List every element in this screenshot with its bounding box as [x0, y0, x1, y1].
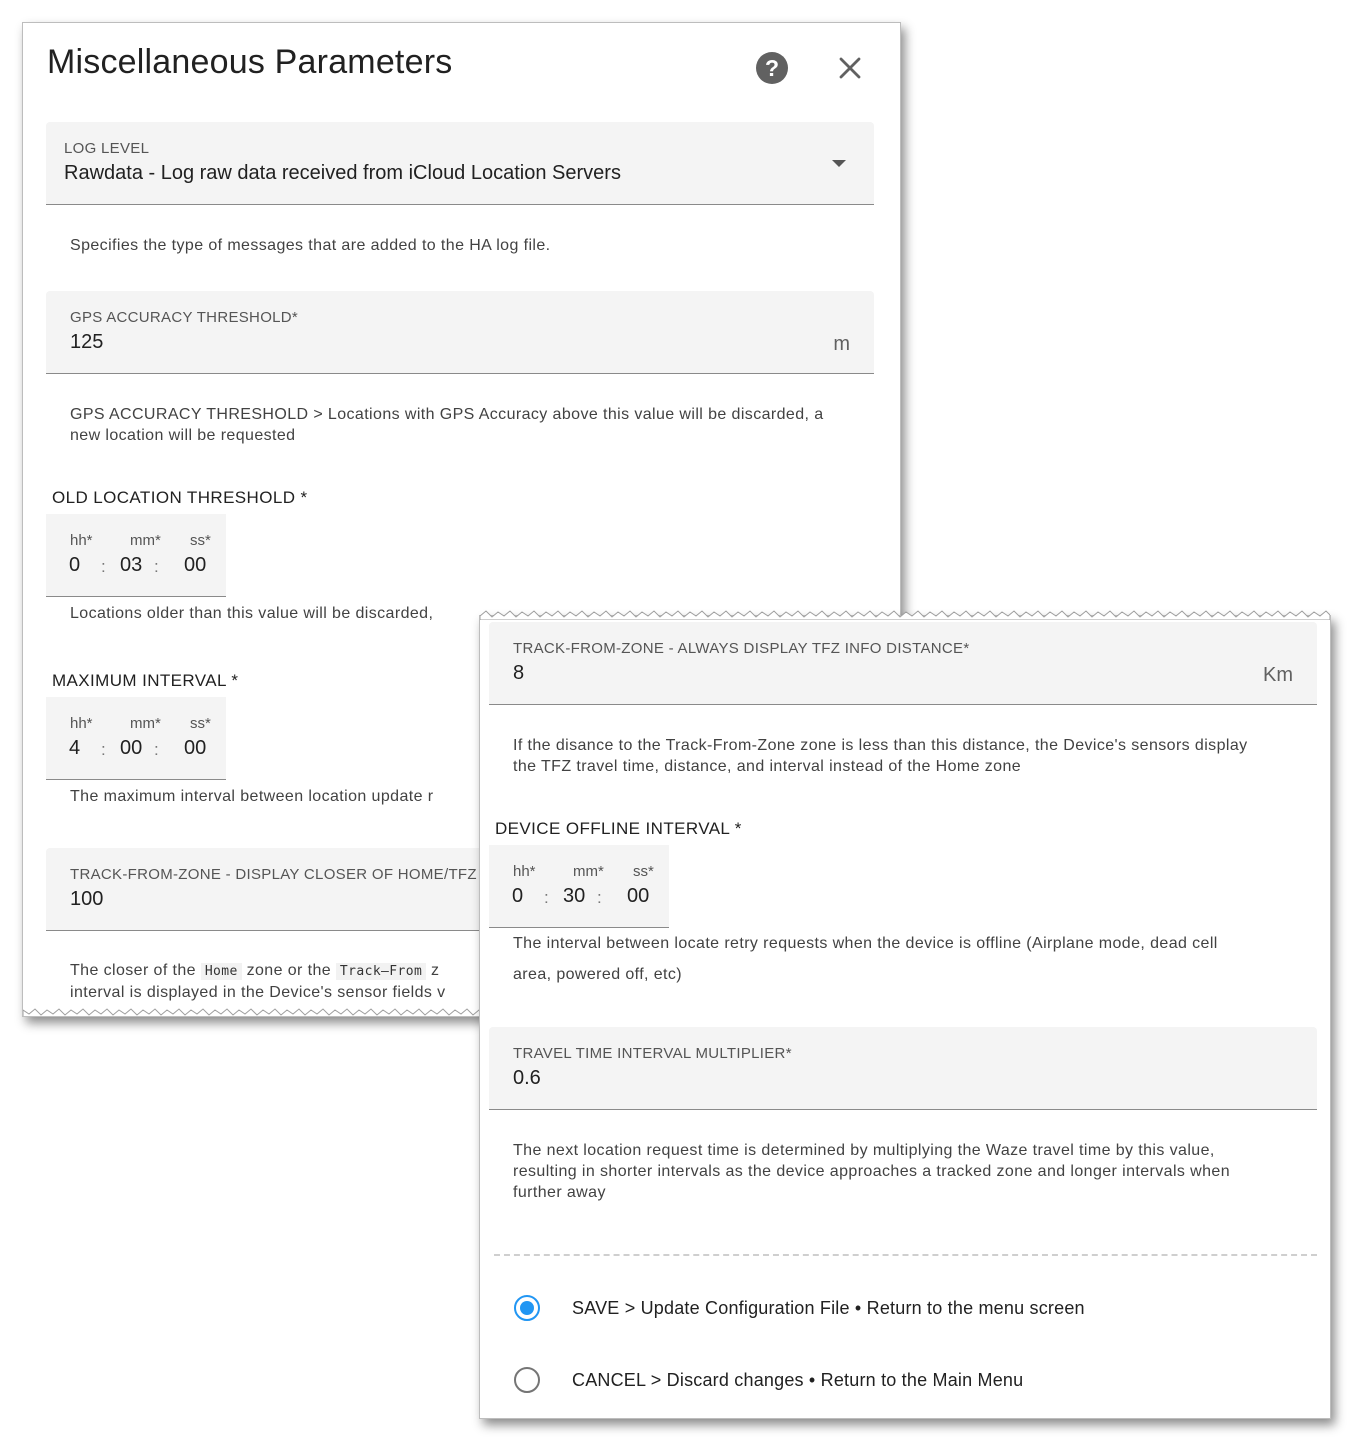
- dialog-panel-bottom: TRACK-FROM-ZONE - ALWAYS DISPLAY TFZ INF…: [479, 610, 1331, 1419]
- mm-value[interactable]: 03: [120, 554, 142, 577]
- tfz-distance-value[interactable]: 8: [513, 662, 524, 685]
- time-separator: :: [597, 888, 602, 907]
- tfz-distance-unit: Km: [1263, 664, 1293, 686]
- dialog-title: Miscellaneous Parameters: [47, 43, 453, 81]
- ss-label: ss*: [190, 532, 211, 549]
- log-level-helper: Specifies the type of messages that are …: [70, 237, 551, 254]
- helper-text: zone or the: [241, 962, 336, 979]
- tfz-display-value[interactable]: 100: [70, 888, 103, 911]
- old-location-helper: Locations older than this value will be …: [70, 605, 434, 622]
- tfz-distance-field[interactable]: TRACK-FROM-ZONE - ALWAYS DISPLAY TFZ INF…: [489, 622, 1317, 705]
- mm-label: mm*: [130, 715, 161, 732]
- hh-value[interactable]: 0: [512, 885, 523, 908]
- cancel-option[interactable]: CANCEL > Discard changes • Return to the…: [514, 1363, 1274, 1403]
- travel-multiplier-helper-3: further away: [513, 1184, 606, 1201]
- close-icon[interactable]: [835, 53, 865, 83]
- tfz-display-helper-1: The closer of the Home zone or the Track…: [70, 960, 439, 982]
- radio-dot: [520, 1301, 534, 1315]
- ss-label: ss*: [190, 715, 211, 732]
- mm-value[interactable]: 00: [120, 737, 142, 760]
- radio-selected-icon[interactable]: [514, 1295, 540, 1321]
- old-location-label: OLD LOCATION THRESHOLD *: [52, 488, 308, 507]
- tfz-distance-helper-1: If the disance to the Track-From-Zone zo…: [513, 737, 1248, 754]
- ss-value[interactable]: 00: [627, 885, 649, 908]
- home-code: Home: [200, 963, 242, 980]
- log-level-value: Rawdata - Log raw data received from iCl…: [64, 162, 621, 184]
- gps-accuracy-value[interactable]: 125: [70, 331, 103, 354]
- cancel-option-label: CANCEL > Discard changes • Return to the…: [572, 1370, 1024, 1390]
- hh-label: hh*: [70, 715, 93, 732]
- help-circle-icon[interactable]: ?: [755, 51, 789, 85]
- gps-accuracy-helper-1: GPS ACCURACY THRESHOLD > Locations with …: [70, 406, 824, 423]
- radio-unselected-icon[interactable]: [514, 1367, 540, 1393]
- old-location-time-input[interactable]: hh* mm* ss* 0 : 03 : 00: [46, 514, 226, 597]
- time-separator: :: [101, 557, 106, 576]
- ss-value[interactable]: 00: [184, 554, 206, 577]
- hh-value[interactable]: 4: [69, 737, 80, 760]
- svg-text:?: ?: [765, 55, 779, 81]
- offline-interval-helper-1: The interval between locate retry reques…: [513, 935, 1218, 952]
- gps-accuracy-helper-2: new location will be requested: [70, 427, 296, 444]
- chevron-down-icon[interactable]: [832, 160, 846, 167]
- save-option[interactable]: SAVE > Update Configuration File • Retur…: [514, 1291, 1274, 1331]
- divider: [494, 1254, 1317, 1256]
- time-separator: :: [544, 888, 549, 907]
- travel-multiplier-field[interactable]: TRAVEL TIME INTERVAL MULTIPLIER* 0.6: [489, 1027, 1317, 1110]
- max-interval-label: MAXIMUM INTERVAL *: [52, 671, 239, 690]
- log-level-select[interactable]: LOG LEVEL Rawdata - Log raw data receive…: [46, 122, 874, 205]
- time-separator: :: [154, 740, 159, 759]
- torn-edge: [480, 610, 1330, 620]
- helper-text: The closer of the: [70, 962, 201, 979]
- mm-value[interactable]: 30: [563, 885, 585, 908]
- offline-interval-helper-2: area, powered off, etc): [513, 966, 682, 983]
- mm-label: mm*: [573, 863, 604, 880]
- mm-label: mm*: [130, 532, 161, 549]
- max-interval-helper: The maximum interval between location up…: [70, 788, 434, 805]
- tfz-distance-label: TRACK-FROM-ZONE - ALWAYS DISPLAY TFZ INF…: [513, 640, 970, 657]
- gps-accuracy-label: GPS ACCURACY THRESHOLD*: [70, 309, 299, 326]
- helper-text: z: [426, 962, 440, 979]
- travel-multiplier-helper-1: The next location request time is determ…: [513, 1142, 1215, 1159]
- time-separator: :: [154, 557, 159, 576]
- gps-accuracy-field[interactable]: GPS ACCURACY THRESHOLD* 125 m: [46, 291, 874, 374]
- ss-value[interactable]: 00: [184, 737, 206, 760]
- hh-label: hh*: [513, 863, 536, 880]
- ss-label: ss*: [633, 863, 654, 880]
- time-separator: :: [101, 740, 106, 759]
- hh-value[interactable]: 0: [69, 554, 80, 577]
- save-option-label: SAVE > Update Configuration File • Retur…: [572, 1298, 1085, 1318]
- track-from-code: Track–From: [335, 963, 427, 980]
- hh-label: hh*: [70, 532, 93, 549]
- travel-multiplier-helper-2: resulting in shorter intervals as the de…: [513, 1163, 1231, 1180]
- log-level-label: LOG LEVEL: [64, 140, 150, 157]
- tfz-display-helper-2: interval is displayed in the Device's se…: [70, 984, 446, 1001]
- tfz-distance-helper-2: the TFZ travel time, distance, and inter…: [513, 758, 1022, 775]
- travel-multiplier-value[interactable]: 0.6: [513, 1067, 541, 1090]
- max-interval-time-input[interactable]: hh* mm* ss* 4 : 00 : 00: [46, 697, 226, 780]
- offline-interval-time-input[interactable]: hh* mm* ss* 0 : 30 : 00: [489, 845, 669, 928]
- tfz-display-label: TRACK-FROM-ZONE - DISPLAY CLOSER OF HOME…: [70, 866, 477, 883]
- gps-accuracy-unit: m: [833, 333, 850, 355]
- travel-multiplier-label: TRAVEL TIME INTERVAL MULTIPLIER*: [513, 1045, 792, 1062]
- offline-interval-label: DEVICE OFFLINE INTERVAL *: [495, 819, 742, 838]
